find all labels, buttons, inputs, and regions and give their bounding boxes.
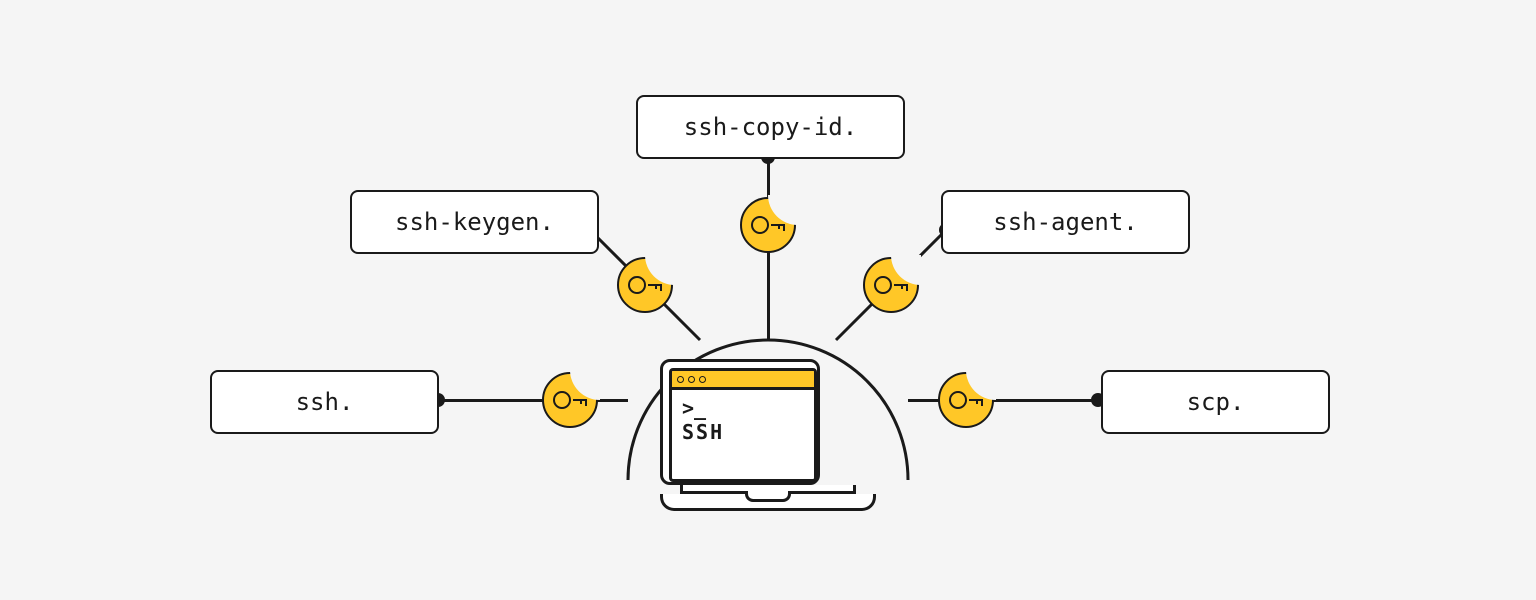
node-label: ssh. xyxy=(296,388,354,416)
node-label: ssh-copy-id. xyxy=(684,113,857,141)
node-label: ssh-keygen. xyxy=(395,208,554,236)
key-icon xyxy=(542,372,598,428)
connector xyxy=(908,399,1099,402)
key-icon xyxy=(740,197,796,253)
node-label: scp. xyxy=(1187,388,1245,416)
node-ssh-agent: ssh-agent. xyxy=(941,190,1190,254)
key-icon xyxy=(617,257,673,313)
key-icon xyxy=(863,257,919,313)
node-label: ssh-agent. xyxy=(993,208,1138,236)
node-ssh-keygen: ssh-keygen. xyxy=(350,190,599,254)
node-ssh-copy-id: ssh-copy-id. xyxy=(636,95,905,159)
key-icon xyxy=(938,372,994,428)
window-titlebar xyxy=(672,371,814,390)
terminal-prompt: >_ xyxy=(682,398,804,418)
node-scp: scp. xyxy=(1101,370,1330,434)
terminal-label: SSH xyxy=(682,420,804,444)
laptop-icon: >_ SSH xyxy=(660,359,876,511)
node-ssh: ssh. xyxy=(210,370,439,434)
ssh-commands-diagram: ssh. ssh-keygen. ssh-copy-id. ssh-agent.… xyxy=(0,0,1536,600)
